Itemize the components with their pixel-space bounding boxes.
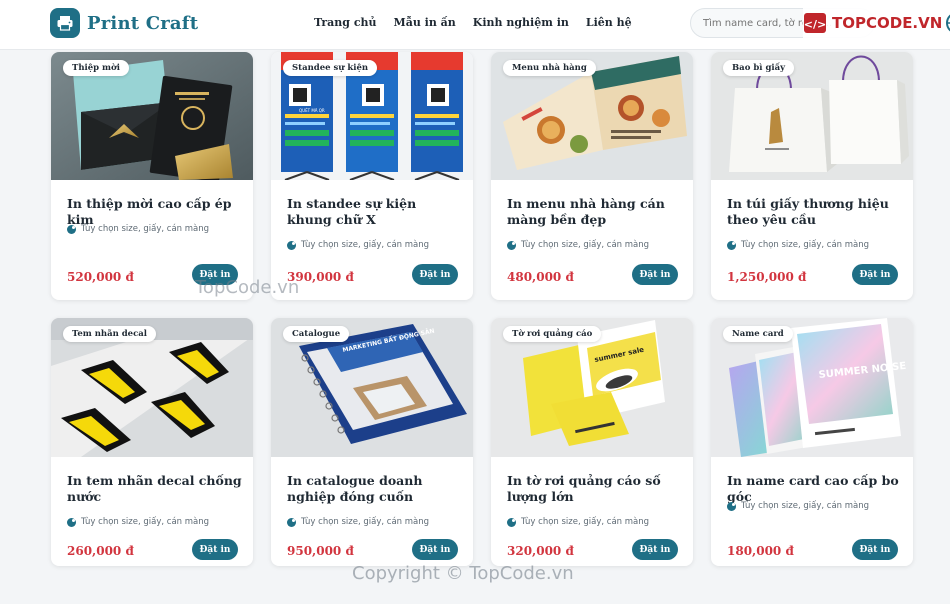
product-options: Tùy chọn size, giấy, cán màng — [287, 240, 429, 250]
product-card: Menu nhà hàng In menu nhà hàng cán màng … — [491, 52, 693, 300]
nav-link-experience[interactable]: Kinh nghiệm in — [473, 16, 569, 29]
product-card: MARKETING BẤT ĐỘNG SẢN Catalogue In cata… — [271, 318, 473, 566]
site-header: Print Craft Trang chủ Mẫu in ấn Kinh ngh… — [0, 0, 950, 50]
product-price: 320,000 đ — [507, 544, 574, 558]
options-text: Tùy chọn size, giấy, cán màng — [741, 240, 870, 250]
product-options: Tùy chọn size, giấy, cán màng — [507, 240, 649, 250]
product-options: Tùy chọn size, giấy, cán màng — [67, 224, 209, 234]
order-button[interactable]: Đặt in — [852, 264, 898, 285]
palette-icon — [287, 240, 296, 250]
palette-icon — [507, 240, 516, 250]
options-text: Tùy chọn size, giấy, cán màng — [301, 240, 430, 250]
brand-name: Print Craft — [87, 12, 199, 34]
svg-text:</>: </> — [804, 18, 826, 31]
product-title[interactable]: In túi giấy thương hiệu theo yêu cầu — [727, 196, 903, 228]
product-price: 1,250,000 đ — [727, 270, 807, 284]
product-image[interactable]: summer sale Tờ rơi quảng cáo — [491, 318, 693, 457]
product-image[interactable]: SUMMER NOISE Name card — [711, 318, 913, 457]
options-text: Tùy chọn size, giấy, cán màng — [81, 224, 210, 234]
product-price: 520,000 đ — [67, 270, 134, 284]
product-image[interactable]: QUÉT MÃ QR Standee sự kiện — [271, 52, 473, 180]
product-image[interactable]: Thiệp mời — [51, 52, 253, 180]
printer-icon — [50, 8, 80, 38]
product-image[interactable]: Bao bì giấy — [711, 52, 913, 180]
globe-icon — [946, 14, 950, 32]
options-text: Tùy chọn size, giấy, cán màng — [741, 501, 870, 511]
product-options: Tùy chọn size, giấy, cán màng — [67, 517, 209, 527]
product-title[interactable]: In standee sự kiện khung chữ X — [287, 196, 463, 228]
nav-link-templates[interactable]: Mẫu in ấn — [394, 16, 456, 29]
code-icon: </> — [804, 13, 826, 33]
order-button[interactable]: Đặt in — [192, 539, 238, 560]
product-title[interactable]: In tem nhãn decal chống nước — [67, 473, 243, 505]
order-button[interactable]: Đặt in — [412, 264, 458, 285]
category-badge: Menu nhà hàng — [503, 60, 596, 76]
product-card: Bao bì giấy In túi giấy thương hiệu theo… — [711, 52, 913, 300]
nav-link-contact[interactable]: Liên hệ — [586, 16, 632, 29]
product-image[interactable]: MARKETING BẤT ĐỘNG SẢN Catalogue — [271, 318, 473, 457]
product-price: 950,000 đ — [287, 544, 354, 558]
product-image[interactable]: Tem nhãn decal — [51, 318, 253, 457]
product-card: summer sale Tờ rơi quảng cáo In tờ rơi q… — [491, 318, 693, 566]
product-title[interactable]: In menu nhà hàng cán màng bền đẹp — [507, 196, 683, 228]
product-options: Tùy chọn size, giấy, cán màng — [727, 501, 869, 511]
category-badge: Bao bì giấy — [723, 60, 795, 76]
product-options: Tùy chọn size, giấy, cán màng — [287, 517, 429, 527]
main-nav: Trang chủ Mẫu in ấn Kinh nghiệm in Liên … — [314, 16, 632, 29]
topcode-logo: </> TOPCODE.VN — [803, 7, 950, 39]
product-price: 480,000 đ — [507, 270, 574, 284]
order-button[interactable]: Đặt in — [632, 539, 678, 560]
category-badge: Thiệp mời — [63, 60, 129, 76]
options-text: Tùy chọn size, giấy, cán màng — [81, 517, 210, 527]
palette-icon — [727, 240, 736, 250]
product-image[interactable]: Menu nhà hàng — [491, 52, 693, 180]
palette-icon — [287, 517, 296, 527]
category-badge: Name card — [723, 326, 793, 342]
logo[interactable]: Print Craft — [50, 8, 198, 38]
copyright-watermark: Copyright © TopCode.vn — [352, 563, 574, 584]
watermark-text: TopCode.vn — [195, 277, 300, 298]
product-price: 180,000 đ — [727, 544, 794, 558]
category-badge: Standee sự kiện — [283, 60, 378, 76]
options-text: Tùy chọn size, giấy, cán màng — [301, 517, 430, 527]
order-button[interactable]: Đặt in — [632, 264, 678, 285]
palette-icon — [507, 517, 516, 527]
palette-icon — [727, 501, 736, 511]
product-options: Tùy chọn size, giấy, cán màng — [507, 517, 649, 527]
product-options: Tùy chọn size, giấy, cán màng — [727, 240, 869, 250]
category-badge: Tờ rơi quảng cáo — [503, 326, 602, 342]
product-title[interactable]: In catalogue doanh nghiệp đóng cuốn — [287, 473, 463, 505]
product-card: Tem nhãn decal In tem nhãn decal chống n… — [51, 318, 253, 566]
product-card: QUÉT MÃ QR Standee sự kiện In standee sự… — [271, 52, 473, 300]
palette-icon — [67, 224, 76, 234]
product-card: Thiệp mời In thiệp mời cao cấp ép kim Tù… — [51, 52, 253, 300]
product-price: 260,000 đ — [67, 544, 134, 558]
product-card: SUMMER NOISE Name card In name card cao … — [711, 318, 913, 566]
product-title[interactable]: In tờ rơi quảng cáo số lượng lớn — [507, 473, 683, 505]
category-badge: Catalogue — [283, 326, 350, 342]
options-text: Tùy chọn size, giấy, cán màng — [521, 240, 650, 250]
nav-link-home[interactable]: Trang chủ — [314, 16, 377, 29]
palette-icon — [67, 517, 76, 527]
order-button[interactable]: Đặt in — [852, 539, 898, 560]
standee-qr-text: QUÉT MÃ QR — [299, 108, 325, 113]
order-button[interactable]: Đặt in — [412, 539, 458, 560]
options-text: Tùy chọn size, giấy, cán màng — [521, 517, 650, 527]
topcode-logo-text: TOPCODE.VN — [832, 14, 943, 32]
category-badge: Tem nhãn decal — [63, 326, 156, 342]
